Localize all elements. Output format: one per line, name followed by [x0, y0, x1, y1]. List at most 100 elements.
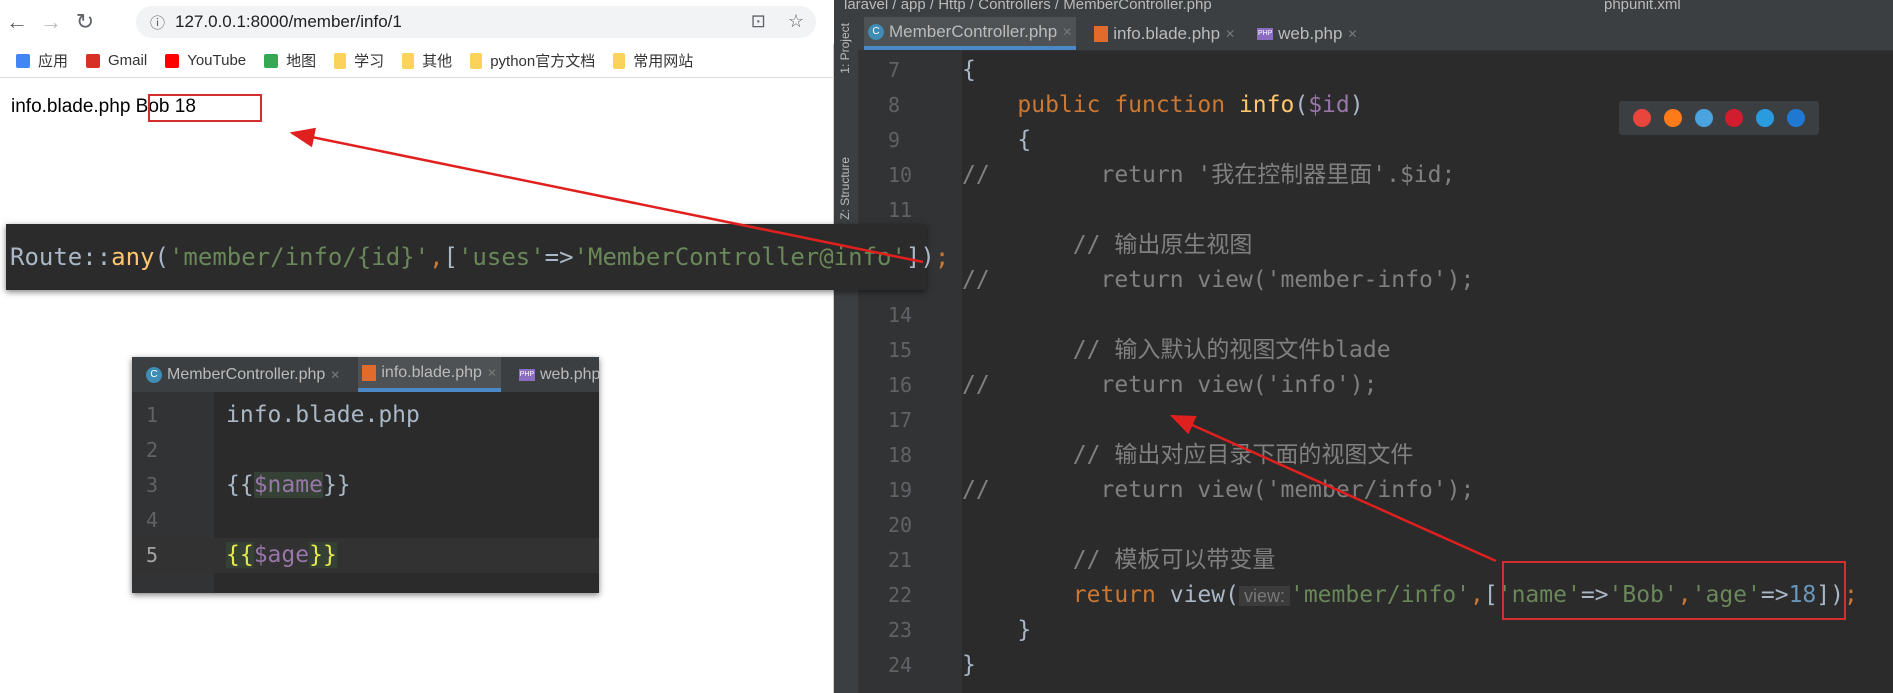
bookmark-item[interactable]: Gmail: [86, 52, 147, 69]
safari-icon[interactable]: [1694, 109, 1713, 127]
tab-label: MemberController.php: [889, 21, 1058, 41]
line-code: {{$name}}: [226, 468, 351, 503]
code-token: }: [962, 617, 1032, 643]
line-number: 9: [888, 128, 901, 152]
bookmark-label: 其他: [422, 53, 453, 70]
bookmark-item[interactable]: 常用网站: [613, 50, 693, 71]
code-token: any: [111, 243, 155, 271]
code-token: // 输出原生视图: [962, 232, 1253, 258]
code-token: ): [1349, 92, 1364, 118]
line-code: // return '我在控制器里面'.$id;: [962, 158, 1455, 193]
line-number: 14: [888, 303, 913, 327]
bookmark-item[interactable]: python官方文档: [470, 50, 595, 71]
tab-web-php[interactable]: PHPweb.php✕: [1253, 17, 1361, 50]
code-line: 15 // 输入默认的视图文件blade: [834, 333, 1893, 368]
opera-icon[interactable]: [1725, 109, 1744, 127]
chrome-icon[interactable]: [1633, 109, 1652, 127]
breadcrumb-path: laravel / app / Http / Controllers / Mem…: [844, 0, 1212, 13]
youtube-icon: [165, 53, 180, 68]
line-code: }: [962, 648, 976, 683]
code-token: }}: [309, 542, 337, 568]
close-tab-icon[interactable]: ✕: [1347, 27, 1357, 41]
line-number: 21: [888, 548, 913, 572]
tab-label: info.blade.php: [1113, 23, 1221, 43]
line-code: // return view('info');: [962, 368, 1377, 403]
info-icon[interactable]: ⓘ: [150, 12, 165, 33]
browser-toolbar: ← → ↻ ⓘ 127.0.0.1:8000/member/info/1 ⊡ ☆: [0, 0, 834, 44]
bookmark-item[interactable]: 地图: [264, 50, 316, 71]
edge-icon[interactable]: [1786, 109, 1805, 127]
tab-info-blade-php[interactable]: info.blade.php ✕: [358, 357, 501, 392]
folder-icon: [402, 52, 415, 69]
line-number: 15: [888, 338, 913, 362]
code-token: // return view('member/info');: [962, 477, 1475, 503]
code-token: 'uses': [457, 243, 545, 271]
code-line: 5 {{$age}}: [132, 538, 599, 573]
code-token: return '我在控制器里面'.$id;: [989, 162, 1456, 188]
firefox-icon[interactable]: [1663, 109, 1682, 127]
code-token: view(: [1169, 582, 1239, 608]
close-tab-icon[interactable]: ✕: [330, 368, 340, 382]
code-token: $name: [253, 472, 323, 498]
code-token: ,: [1470, 582, 1484, 608]
close-tab-icon[interactable]: ✕: [1225, 27, 1235, 41]
forward-button[interactable]: →: [34, 9, 68, 35]
code-token: view:: [1238, 586, 1290, 606]
code-token: 'member/info': [1289, 582, 1470, 608]
line-number: 20: [888, 513, 913, 537]
tab-membercontroller-php[interactable]: C MemberController.php ✕: [142, 357, 344, 392]
bookmark-label: python官方文档: [490, 53, 596, 70]
code-line: 2: [132, 433, 599, 468]
line-number: 11: [888, 198, 913, 222]
code-token: info.blade.php: [226, 402, 420, 428]
line-number: 19: [888, 478, 913, 502]
tab-label: web.php: [539, 365, 599, 383]
code-token: {{: [226, 472, 254, 498]
line-code: }: [962, 613, 1031, 648]
tab-web-php[interactable]: PHPweb.php✕: [515, 357, 599, 392]
ie-icon[interactable]: [1755, 109, 1774, 127]
code-line: 4: [132, 503, 599, 538]
close-tab-icon[interactable]: ✕: [487, 366, 497, 380]
code-line: 10 // return '我在控制器里面'.$id;: [834, 158, 1893, 193]
page-text-prefix: info.blade.php: [11, 96, 131, 117]
code-token: 'member/info/{id}': [168, 243, 430, 271]
bookmark-item[interactable]: YouTube: [165, 52, 246, 69]
bookmark-item[interactable]: 其他: [402, 50, 452, 71]
apps-grid-icon: [16, 53, 30, 68]
bookmark-label: 地图: [286, 53, 317, 70]
bookmark-item[interactable]: 应用: [16, 50, 68, 71]
annotation-box: [1502, 561, 1846, 620]
bookmark-item[interactable]: 学习: [334, 50, 384, 71]
line-number: 23: [888, 618, 913, 642]
translate-icon[interactable]: ⊡: [751, 11, 766, 32]
code-line: 7{: [834, 53, 1893, 88]
code-token: // return view('info');: [962, 372, 1378, 398]
code-token: info: [1238, 92, 1295, 118]
code-token: }}: [322, 472, 351, 498]
tab-info-blade-php[interactable]: info.blade.php ✕: [1090, 17, 1239, 50]
line-number: 24: [888, 653, 913, 677]
code-token: ::: [82, 243, 112, 271]
code-token: }: [962, 652, 976, 678]
back-button[interactable]: ←: [0, 9, 34, 35]
code-line: 13// return view('member-info');: [834, 263, 1893, 298]
address-bar[interactable]: ⓘ 127.0.0.1:8000/member/info/1 ⊡ ☆: [136, 6, 816, 38]
line-code: // 输出对应目录下面的视图文件: [962, 438, 1414, 473]
bookmark-star-icon[interactable]: ☆: [788, 11, 804, 32]
code-line: 12 // 输出原生视图: [834, 228, 1893, 263]
code-token: [: [1483, 582, 1498, 608]
code-token: {: [962, 57, 976, 83]
line-code: {: [962, 123, 1031, 158]
reload-button[interactable]: ↻: [68, 9, 102, 35]
open-in-browser-popup: [1619, 101, 1819, 135]
line-number: 3: [146, 473, 159, 497]
line-code: // return view('member/info');: [962, 473, 1474, 508]
close-tab-icon[interactable]: ✕: [1062, 25, 1072, 39]
route-code-snippet: Route::any('member/info/{id}',['uses'=>'…: [6, 224, 949, 290]
breadcrumb: laravel / app / Http / Controllers / Mem…: [834, 0, 1893, 17]
code-line: 24}: [834, 648, 1893, 683]
run-config-select[interactable]: phpunit.xml: [1604, 0, 1681, 12]
tab-membercontroller-php[interactable]: C MemberController.php ✕: [864, 17, 1077, 50]
code-token: (: [1294, 92, 1309, 118]
